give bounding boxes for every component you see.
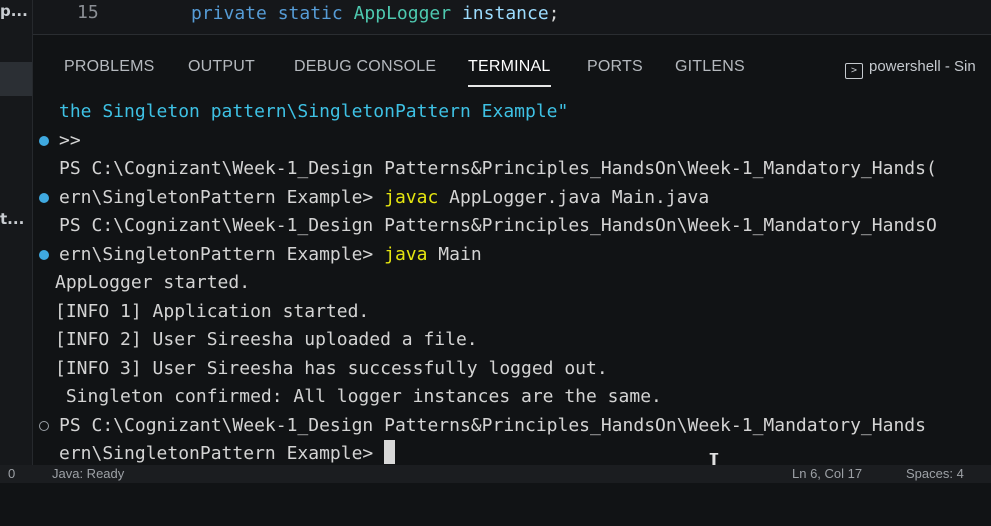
command-args: Main [427,243,482,265]
output-text: [INFO 3] User Sireesha has successfully … [55,357,608,379]
terminal-text: the Singleton pattern\SingletonPattern E… [59,101,569,122]
terminal-line: AppLogger started. [33,269,991,298]
tab-debug-console[interactable]: DEBUG CONSOLE [294,58,436,76]
terminal-selector[interactable]: > powershell - Sin [845,58,976,79]
panel-tab-bar: PROBLEMS OUTPUT DEBUG CONSOLE TERMINAL P… [33,38,991,98]
explorer-item-fragment-2[interactable]: t... [0,210,24,228]
command-status-dot[interactable] [39,192,49,203]
command-keyword: java [384,243,428,265]
keyword-static: static [277,3,343,24]
terminal-line: PS C:\Cognizant\Week-1_Design Patterns&P… [33,412,991,441]
status-cursor-position[interactable]: Ln 6, Col 17 [792,466,862,481]
output-text: [INFO 2] User Sireesha uploaded a file. [55,329,478,350]
terminal-line: the Singleton pattern\SingletonPattern E… [33,98,991,127]
code-line[interactable]: private static AppLogger instance; [191,3,560,24]
terminal-line: [INFO 2] User Sireesha uploaded a file. [33,326,991,355]
command-line: ern\SingletonPattern Example> java Main [59,241,482,270]
editor-line[interactable]: 15 private static AppLogger instance; [33,0,991,35]
type-name: AppLogger [353,3,452,24]
prompt-path: PS C:\Cognizant\Week-1_Design Patterns&P… [59,215,937,236]
command-status-dot[interactable] [39,249,49,260]
status-bar: 0 Java: Ready Ln 6, Col 17 Spaces: 4 [0,465,991,483]
tab-output[interactable]: OUTPUT [188,58,255,76]
terminal-line: ern\SingletonPattern Example> java Main [33,241,991,270]
keyword-private: private [191,3,267,24]
tab-problems[interactable]: PROBLEMS [64,58,155,76]
prompt-suffix: ern\SingletonPattern Example> [59,443,385,464]
output-text: AppLogger started. [55,272,251,293]
activity-bar: p... t... [0,0,33,483]
tab-terminal[interactable]: TERMINAL [468,58,551,87]
prompt-path: PS C:\Cognizant\Week-1_Design Patterns&P… [59,414,926,436]
line-number: 15 [77,2,99,23]
command-status-dot[interactable] [39,135,49,146]
command-args: AppLogger.java Main.java [438,186,710,208]
terminal-line: PS C:\Cognizant\Week-1_Design Patterns&P… [33,155,991,184]
terminal-line: PS C:\Cognizant\Week-1_Design Patterns&P… [33,212,991,241]
terminal-icon: > [845,63,863,79]
terminal-text: >> [59,129,81,151]
terminal-output[interactable]: the Singleton pattern\SingletonPattern E… [33,98,991,465]
variable-name: instance [461,3,549,24]
command-status-dot-empty[interactable] [39,420,49,431]
tab-ports[interactable]: PORTS [587,58,643,76]
command-keyword: javac [384,186,439,208]
output-text: [INFO 1] Application started. [55,300,370,322]
terminal-line: [INFO 1] Application started. [33,298,991,327]
status-indentation[interactable]: Spaces: 4 [906,466,964,481]
shell-label: powershell - Sin [869,58,976,75]
terminal-line: Singleton confirmed: All logger instance… [33,383,991,412]
prompt-path: PS C:\Cognizant\Week-1_Design Patterns&P… [59,158,937,179]
explorer-item-fragment[interactable]: p... [0,2,28,20]
status-problems-count[interactable]: 0 [8,466,15,481]
tab-gitlens[interactable]: GITLENS [675,58,745,76]
prompt-suffix: ern\SingletonPattern Example> [59,186,385,208]
selected-item-highlight [0,62,32,96]
terminal-line: >> [33,127,991,156]
command-line: ern\SingletonPattern Example> javac AppL… [59,184,709,213]
output-text: Singleton confirmed: All logger instance… [55,386,662,407]
prompt-suffix: ern\SingletonPattern Example> [59,243,385,265]
terminal-cursor [384,440,396,464]
terminal-line: ern\SingletonPattern Example> javac AppL… [33,184,991,213]
semicolon: ; [548,3,560,24]
terminal-line: [INFO 3] User Sireesha has successfully … [33,355,991,384]
status-language[interactable]: Java: Ready [52,466,124,481]
